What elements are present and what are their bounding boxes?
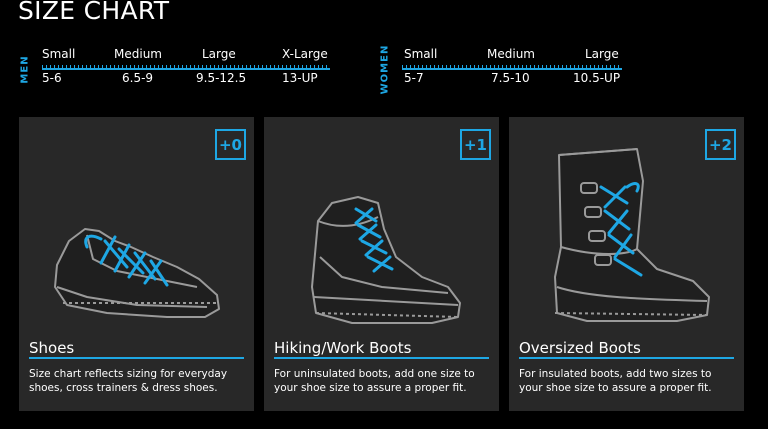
card-oversized-boots: +2 Oversized Boots For insulated boots, … xyxy=(509,117,744,411)
divider xyxy=(519,357,734,359)
women-size-scale: WOMEN Small 5-7 Medium 7.5-10 Large 10.5-UP xyxy=(379,44,622,94)
men-size-scale: MEN Small 5-6 Medium 6.5-9 Large 9.5-12.5 X… xyxy=(18,44,330,94)
men-ruler xyxy=(42,65,330,70)
card-hiking-boots: +1 Hiking/Work Boots For uninsulated boo… xyxy=(264,117,499,411)
divider xyxy=(274,357,489,359)
divider xyxy=(29,357,244,359)
winter-boot-icon xyxy=(554,148,710,322)
women-ruler xyxy=(402,65,622,70)
shoe-icon xyxy=(54,228,220,318)
card-title: Hiking/Work Boots xyxy=(274,339,412,357)
card-title: Oversized Boots xyxy=(519,339,641,357)
card-description: For uninsulated boots, add one size to y… xyxy=(274,368,475,394)
card-shoes: +0 Shoes Size chart reflects sizing for … xyxy=(19,117,254,411)
card-description: For insulated boots, add two sizes to yo… xyxy=(519,368,712,394)
men-label: MEN xyxy=(19,54,31,84)
card-description: Size chart reflects sizing for everyday … xyxy=(29,368,228,394)
size-offset-badge: +1 xyxy=(460,129,491,160)
hiking-boot-icon xyxy=(311,196,461,324)
page-title: SIZE CHART xyxy=(18,0,170,25)
size-offset-badge: +2 xyxy=(705,129,736,160)
size-offset-badge: +0 xyxy=(215,129,246,160)
card-title: Shoes xyxy=(29,339,75,357)
women-label: WOMEN xyxy=(379,44,391,94)
